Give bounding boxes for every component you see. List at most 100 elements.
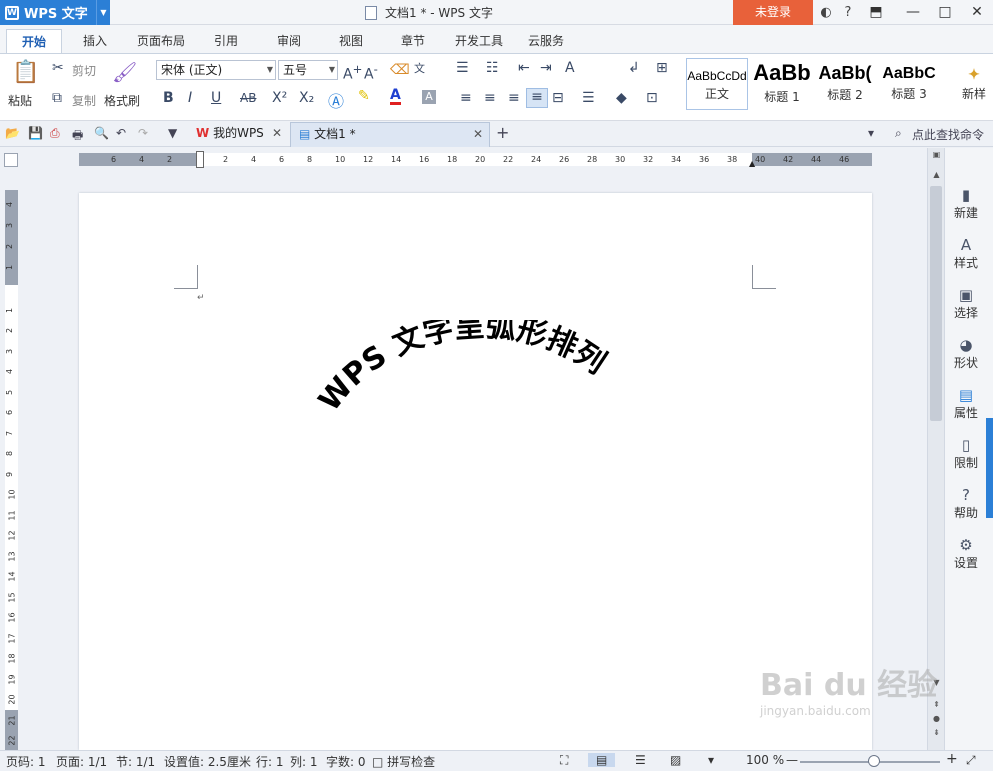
table-icon[interactable]: ⊞ — [656, 60, 668, 76]
font-name-select[interactable]: 宋体 (正文) ▼ — [156, 60, 276, 80]
align-left-icon[interactable]: ≡ — [460, 90, 472, 106]
style-normal[interactable]: AaBbCcDd 正文 — [686, 58, 748, 110]
paragraph-mark-icon[interactable]: ↲ — [628, 60, 640, 76]
scissors-icon[interactable]: ✂ — [52, 60, 64, 76]
text-direction-icon[interactable]: A — [565, 60, 575, 76]
underline-button[interactable]: U — [211, 90, 221, 106]
status-word-count[interactable]: 字数: 0 — [326, 753, 366, 770]
command-panel-icon[interactable]: ▾ — [868, 126, 874, 140]
style-new[interactable]: ✦ 新样 — [955, 58, 993, 110]
font-size-select[interactable]: 五号 ▼ — [278, 60, 338, 80]
document-page[interactable]: ↵ — [79, 193, 872, 750]
close-button[interactable]: ✕ — [961, 0, 993, 25]
print-icon[interactable]: 🖶 — [72, 126, 83, 147]
close-tab-icon[interactable]: ✕ — [272, 122, 282, 145]
tab-page-layout[interactable]: 页面布局 — [130, 29, 192, 53]
tab-document1[interactable]: ▤ 文档1 * ✕ — [290, 122, 490, 147]
arc-text-art[interactable]: WPS 文字呈弧形排列 — [300, 320, 660, 440]
taskpane-style[interactable]: A 样式 — [945, 236, 987, 271]
line-spacing-icon[interactable]: ☰ — [582, 90, 595, 106]
tab-view[interactable]: 视图 — [324, 29, 378, 53]
style-heading-2[interactable]: AaBb( 标题 2 — [816, 58, 874, 110]
page-view-icon[interactable]: ▤ — [588, 753, 616, 767]
export-pdf-icon[interactable]: ⎙ — [50, 126, 60, 141]
zoom-out-button[interactable]: — — [786, 753, 798, 767]
open-folder-icon[interactable]: 📂 — [5, 126, 20, 140]
format-painter-button[interactable]: 格式刷 — [104, 92, 140, 109]
fit-window-icon[interactable]: ⤢ — [966, 753, 976, 768]
paste-button[interactable]: 粘贴 — [8, 92, 32, 109]
horizontal-ruler[interactable]: 6 4 2 2 4 6 8 10 12 14 16 18 20 22 24 26 28 30 32 34 36 38 40 4… — [79, 151, 872, 168]
taskpane-help[interactable]: ? 帮助 — [945, 486, 987, 521]
brush-icon[interactable]: 🖌 — [112, 60, 137, 84]
tab-review[interactable]: 审阅 — [262, 29, 316, 53]
status-page[interactable]: 页面: 1/1 — [56, 753, 107, 770]
text-effect-icon[interactable]: Ⓐ — [328, 88, 344, 112]
fill-bucket-icon[interactable]: ◆ — [616, 90, 627, 106]
strikethrough-button[interactable]: AB — [240, 91, 256, 105]
style-heading-3[interactable]: AaBbC 标题 3 — [878, 58, 940, 110]
help-button[interactable]: ? — [837, 5, 859, 20]
chevron-down-icon[interactable]: ▼ — [96, 0, 110, 25]
chevron-down-icon[interactable]: ▼ — [168, 126, 177, 140]
tab-insert[interactable]: 插入 — [68, 29, 122, 53]
bullet-list-icon[interactable]: ☰ — [456, 60, 469, 76]
right-indent-marker[interactable]: ▲ — [749, 159, 755, 168]
phonetic-icon[interactable]: 文 — [414, 60, 425, 76]
zoom-level[interactable]: 100 % — [746, 753, 784, 767]
superscript-button[interactable]: X² — [272, 90, 287, 106]
italic-button[interactable]: I — [188, 90, 192, 106]
taskpane-settings[interactable]: ⚙ 设置 — [945, 536, 987, 571]
subscript-button[interactable]: X₂ — [299, 90, 314, 106]
align-center-icon[interactable]: ≡ — [484, 90, 496, 106]
tab-my-wps[interactable]: W 我的WPS ✕ — [188, 122, 288, 147]
bold-button[interactable]: B — [163, 90, 174, 106]
taskpane-property[interactable]: ▤ 属性 — [945, 386, 987, 421]
fullscreen-icon[interactable]: ⛶ — [560, 753, 568, 768]
taskpane-new[interactable]: ▮ 新建 — [945, 186, 987, 221]
status-page-code[interactable]: 页码: 1 — [6, 753, 46, 770]
font-color-button[interactable]: A — [390, 88, 401, 105]
taskpane-select[interactable]: ▣ 选择 — [945, 286, 987, 321]
web-view-icon[interactable]: ▨ — [670, 753, 681, 767]
zoom-in-button[interactable]: + — [946, 751, 958, 767]
paste-icon[interactable]: 📋 — [12, 60, 39, 85]
tab-home[interactable]: 开始 — [6, 29, 62, 53]
align-right-icon[interactable]: ≡ — [508, 90, 520, 106]
numbered-list-icon[interactable]: ☷ — [486, 60, 499, 76]
tab-stop-selector[interactable] — [4, 153, 18, 167]
app-menu-button[interactable]: W WPS 文字 ▼ — [0, 0, 110, 25]
status-setting[interactable]: 设置值: 2.5厘米 — [164, 753, 251, 770]
font-shrink-icon[interactable]: A- — [364, 62, 378, 83]
tab-developer[interactable]: 开发工具 — [448, 29, 510, 53]
reading-mode-icon[interactable]: ▾ — [708, 753, 714, 767]
highlight-icon[interactable]: ✎ — [358, 88, 370, 104]
pane-collapse-handle[interactable] — [986, 418, 993, 518]
zoom-slider-knob[interactable] — [868, 755, 880, 767]
find-command-input[interactable]: 点此查找命令 — [912, 126, 984, 143]
redo-icon[interactable]: ↷ — [138, 126, 148, 140]
copy-icon[interactable]: ⧉ — [52, 90, 62, 106]
maximize-button[interactable]: □ — [929, 0, 961, 25]
outline-view-icon[interactable]: ☰ — [635, 753, 646, 767]
scroll-thumb[interactable] — [930, 186, 942, 421]
tab-references[interactable]: 引用 — [200, 29, 252, 53]
status-row[interactable]: 行: 1 — [256, 753, 284, 770]
print-preview-icon[interactable]: 🔍 — [94, 126, 109, 140]
undo-icon[interactable]: ↶ — [116, 126, 126, 140]
close-tab-icon[interactable]: ✕ — [473, 123, 483, 146]
minimize-button[interactable]: — — [897, 0, 929, 25]
distribute-icon[interactable]: ⊟ — [552, 90, 564, 106]
taskpane-restrict[interactable]: ▯ 限制 — [945, 436, 987, 471]
status-col[interactable]: 列: 1 — [290, 753, 318, 770]
scroll-up-arrow[interactable]: ▲ — [928, 170, 945, 179]
clear-format-icon[interactable]: ⌫ — [390, 62, 410, 78]
justify-icon[interactable]: ≡ — [526, 88, 548, 108]
decrease-indent-icon[interactable]: ⇤ — [518, 60, 530, 76]
style-heading-1[interactable]: AaBb 标题 1 — [752, 58, 812, 110]
pin-icon[interactable]: ⬒ — [865, 0, 887, 25]
cut-button[interactable]: 剪切 — [72, 62, 96, 79]
char-shading-icon[interactable]: A — [422, 90, 436, 104]
save-icon[interactable]: 💾 — [28, 126, 43, 140]
copy-button[interactable]: 复制 — [72, 92, 96, 109]
